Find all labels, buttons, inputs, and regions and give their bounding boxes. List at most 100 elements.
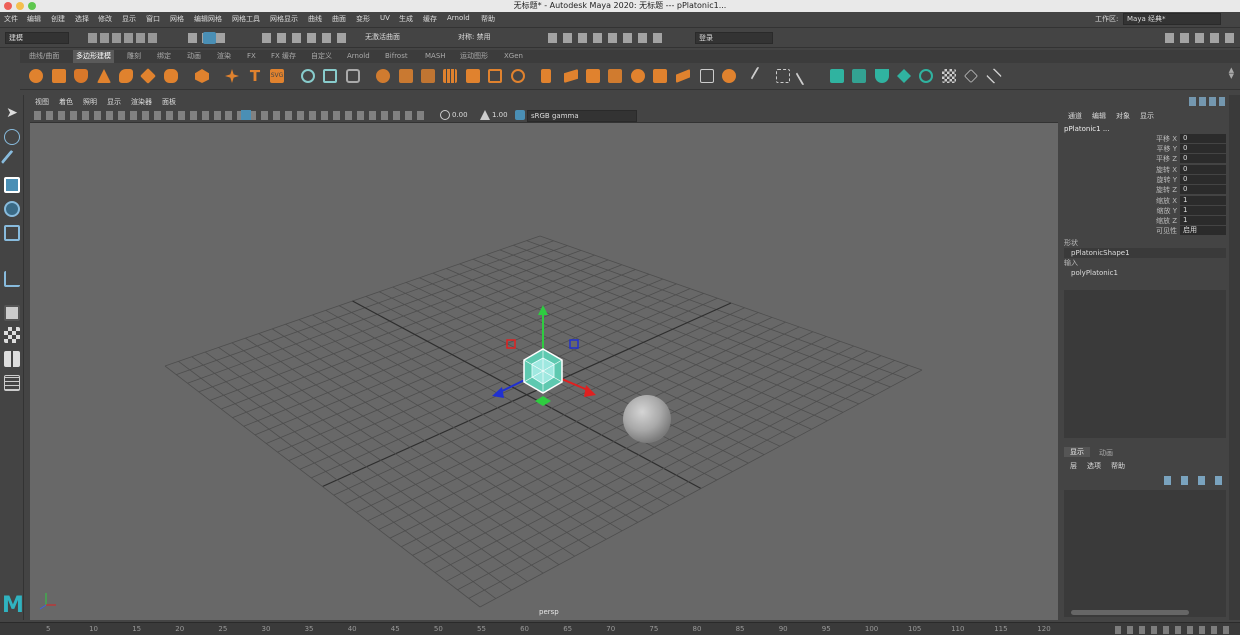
perspective-viewport[interactable]: persp	[30, 123, 1058, 620]
viewport-scene[interactable]: persp	[30, 123, 1058, 620]
color-management-icon[interactable]	[515, 110, 525, 120]
shelf-tab-xgen[interactable]: XGen	[501, 50, 526, 63]
input-node-item[interactable]: polyPlatonic1	[1064, 268, 1226, 278]
spherical-uv-icon[interactable]	[919, 69, 933, 83]
exposure-icon[interactable]	[440, 110, 450, 120]
minimize-window-icon[interactable]	[16, 2, 24, 10]
channel-value-field[interactable]: 启用	[1180, 226, 1226, 235]
shelf-tab-rigging[interactable]: 绑定	[154, 50, 174, 63]
poly-cone-icon[interactable]	[97, 69, 111, 83]
channel-row-translate-z[interactable]: 平移 Z 0	[1061, 154, 1229, 164]
planar-uv-icon[interactable]	[897, 69, 911, 83]
xy-plane-handle-icon[interactable]	[569, 339, 579, 349]
shelf-tab-sculpting[interactable]: 雕刻	[124, 50, 144, 63]
four-view-layout-icon[interactable]	[4, 327, 20, 343]
layer-action-icons[interactable]	[1164, 476, 1224, 485]
select-tool-icon[interactable]: ➤	[4, 105, 20, 121]
wedge-icon[interactable]	[586, 69, 600, 83]
selected-object-name[interactable]: pPlatonic1 ...	[1064, 125, 1110, 133]
merge-icon[interactable]	[631, 69, 645, 83]
menu-edit-mesh[interactable]: 编辑网格	[194, 14, 222, 24]
panel-toggle-icons[interactable]	[1165, 33, 1235, 43]
close-window-icon[interactable]	[4, 2, 12, 10]
layer-tab-animation[interactable]: 动画	[1099, 448, 1113, 458]
edge-loop-icon[interactable]	[776, 69, 790, 83]
menu-generate[interactable]: 生成	[399, 14, 413, 24]
menu-window[interactable]: 窗口	[146, 14, 160, 24]
channel-value-field[interactable]: 0	[1180, 154, 1226, 163]
poly-torus-icon[interactable]	[119, 69, 133, 83]
bevel-icon[interactable]	[511, 69, 525, 83]
quad-draw-icon[interactable]	[750, 66, 770, 86]
channel-row-visibility[interactable]: 可见性 启用	[1061, 226, 1229, 236]
poly-sphere-icon[interactable]	[29, 69, 43, 83]
menu-curves[interactable]: 曲线	[308, 14, 322, 24]
channel-row-scale-z[interactable]: 缩放 Z 1	[1061, 216, 1229, 226]
side-panel-tabs[interactable]	[1229, 95, 1240, 620]
extract-icon[interactable]	[399, 69, 413, 83]
channel-value-field[interactable]: 0	[1180, 185, 1226, 194]
poly-cylinder-icon[interactable]	[74, 69, 88, 83]
channel-row-translate-x[interactable]: 平移 X 0	[1061, 134, 1229, 144]
svg-tool-icon[interactable]: SVG	[270, 69, 284, 83]
automatic-uv-icon[interactable]	[852, 69, 866, 83]
mirror-icon[interactable]	[421, 69, 435, 83]
layer-horizontal-scrollbar[interactable]	[1071, 610, 1189, 615]
maximize-window-icon[interactable]	[28, 2, 36, 10]
shelf-tab-mash[interactable]: MASH	[422, 50, 449, 63]
shelf-tab-arnold[interactable]: Arnold	[344, 50, 373, 63]
channel-value-field[interactable]: 1	[1180, 196, 1226, 205]
menu-file[interactable]: 文件	[4, 14, 18, 24]
show-manipulator-icon[interactable]	[4, 271, 20, 287]
text-tool-icon[interactable]: T	[248, 69, 262, 84]
layer-menu-help[interactable]: 帮助	[1111, 461, 1125, 471]
camera-tools-icons[interactable]	[34, 111, 224, 120]
viewport-menu-shading[interactable]: 着色	[59, 97, 73, 107]
snap-tools-icons[interactable]	[262, 33, 352, 43]
cylindrical-uv-icon[interactable]	[875, 69, 889, 83]
combine-icon[interactable]	[301, 69, 315, 83]
display-toggle-icons[interactable]	[225, 111, 425, 120]
collapse-icon[interactable]	[653, 69, 667, 83]
playback-controls-icons[interactable]	[1115, 626, 1235, 634]
shelf-tab-fx[interactable]: FX	[244, 50, 259, 63]
channel-row-rotate-z[interactable]: 旋转 Z 0	[1061, 185, 1229, 195]
paint-select-icon[interactable]	[0, 149, 24, 173]
viewport-menu-panels[interactable]: 面板	[162, 97, 176, 107]
single-perspective-layout-icon[interactable]	[4, 305, 20, 321]
shelf-tab-motion-graphics[interactable]: 运动图形	[457, 50, 491, 63]
channel-value-field[interactable]: 1	[1180, 216, 1226, 225]
channel-row-rotate-y[interactable]: 旋转 Y 0	[1061, 175, 1229, 185]
shelf-tab-custom[interactable]: 自定义	[308, 50, 335, 63]
channel-value-field[interactable]: 0	[1180, 165, 1226, 174]
menu-set-dropdown[interactable]: 建模	[5, 32, 69, 44]
channel-row-scale-x[interactable]: 缩放 X 1	[1061, 196, 1229, 206]
symmetry-label[interactable]: 对称: 禁用	[458, 32, 491, 42]
menu-display[interactable]: 显示	[122, 14, 136, 24]
fill-hole-icon[interactable]	[466, 69, 480, 83]
viewport-menu-lighting[interactable]: 照明	[83, 97, 97, 107]
menu-mesh-tools[interactable]: 网格工具	[232, 14, 260, 24]
poly-plane-icon[interactable]	[140, 68, 156, 84]
login-dropdown[interactable]: 登录	[695, 32, 773, 44]
channel-value-field[interactable]: 0	[1180, 175, 1226, 184]
connect-icon[interactable]	[722, 69, 736, 83]
gamma-value[interactable]: 1.00	[492, 111, 508, 119]
file-tools-icons[interactable]	[88, 33, 158, 43]
shelf-tab-curves[interactable]: 曲线/曲面	[26, 50, 62, 63]
target-weld-icon[interactable]	[700, 69, 714, 83]
select-by-component-icon[interactable]	[203, 32, 216, 44]
super-shape-icon[interactable]	[225, 69, 239, 83]
extrude-icon[interactable]	[541, 69, 551, 83]
smooth-shade-icon[interactable]	[241, 110, 251, 120]
layer-menu-layers[interactable]: 层	[1070, 461, 1077, 471]
y-axis-handle-icon[interactable]	[538, 305, 548, 315]
multi-cut-icon[interactable]	[676, 69, 690, 83]
shelf-scroll-icon[interactable]: ▲ ▼	[1229, 67, 1234, 80]
outliner-layout-icon[interactable]	[4, 375, 20, 391]
shelf-tab-poly-modeling[interactable]: 多边形建模	[73, 50, 114, 63]
cb-tab-show[interactable]: 显示	[1140, 111, 1154, 121]
menu-select[interactable]: 选择	[75, 14, 89, 24]
poke-icon[interactable]	[608, 69, 622, 83]
shelf-tab-rendering[interactable]: 渲染	[214, 50, 234, 63]
